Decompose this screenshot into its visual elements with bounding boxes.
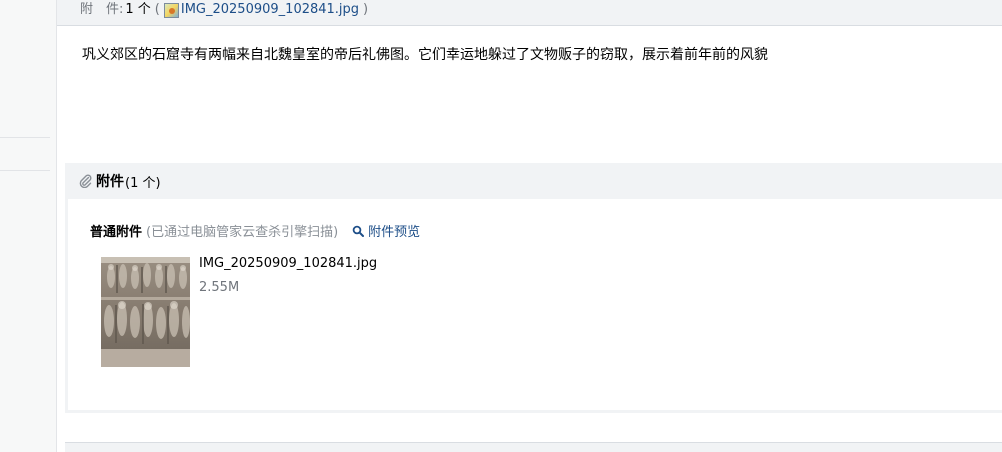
- header-file-link[interactable]: IMG_20250909_102841.jpg: [181, 1, 359, 19]
- attachment-preview-link[interactable]: 附件预览: [352, 221, 420, 240]
- paperclip-icon: [79, 174, 92, 188]
- sidebar-divider: [0, 170, 50, 171]
- attachment-count: 1 个: [125, 2, 151, 17]
- attachment-type-row: 普通附件 (已通过电脑管家云查杀引擎扫描) 附件预览: [90, 221, 420, 240]
- attachment-file-name[interactable]: IMG_20250909_102841.jpg: [199, 255, 377, 273]
- attachment-preview-label: 附件预览: [368, 225, 421, 240]
- search-icon: [352, 225, 365, 237]
- attachment-file-size: 2.55M: [199, 280, 240, 295]
- image-file-icon: [163, 2, 179, 18]
- attachment-type-label: 普通附件: [90, 225, 143, 240]
- paren-close: ): [363, 2, 369, 17]
- attachment-summary: 附 件: 1 个 ( IMG_20250909_102841.jpg ): [80, 1, 372, 19]
- attachment-list: 普通附件 (已通过电脑管家云查杀引擎扫描) 附件预览 IMG_20250909_…: [68, 199, 1002, 410]
- attachment-section-title: 附件: [96, 174, 124, 190]
- mail-body-text: 巩义郊区的石窟寺有两幅来自北魏皇室的帝后礼佛图。它们幸运地躲过了文物贩子的窃取，…: [82, 47, 768, 63]
- attachment-label: 附 件:: [80, 2, 124, 17]
- attachment-title-row: 附件 (1 个): [65, 163, 1002, 199]
- attachment-section-count: (1 个): [125, 175, 161, 191]
- paren-open: (: [154, 2, 160, 17]
- attachment-section: 附件 (1 个) 普通附件 (已通过电脑管家云查杀引擎扫描) 附件预览 IMG_…: [65, 163, 1002, 413]
- virus-scan-note: (已通过电脑管家云查杀引擎扫描): [146, 225, 339, 240]
- bottom-divider: [65, 442, 1002, 452]
- attachment-thumbnail[interactable]: [101, 257, 190, 367]
- left-sidebar: [0, 0, 57, 452]
- sidebar-divider: [0, 137, 50, 138]
